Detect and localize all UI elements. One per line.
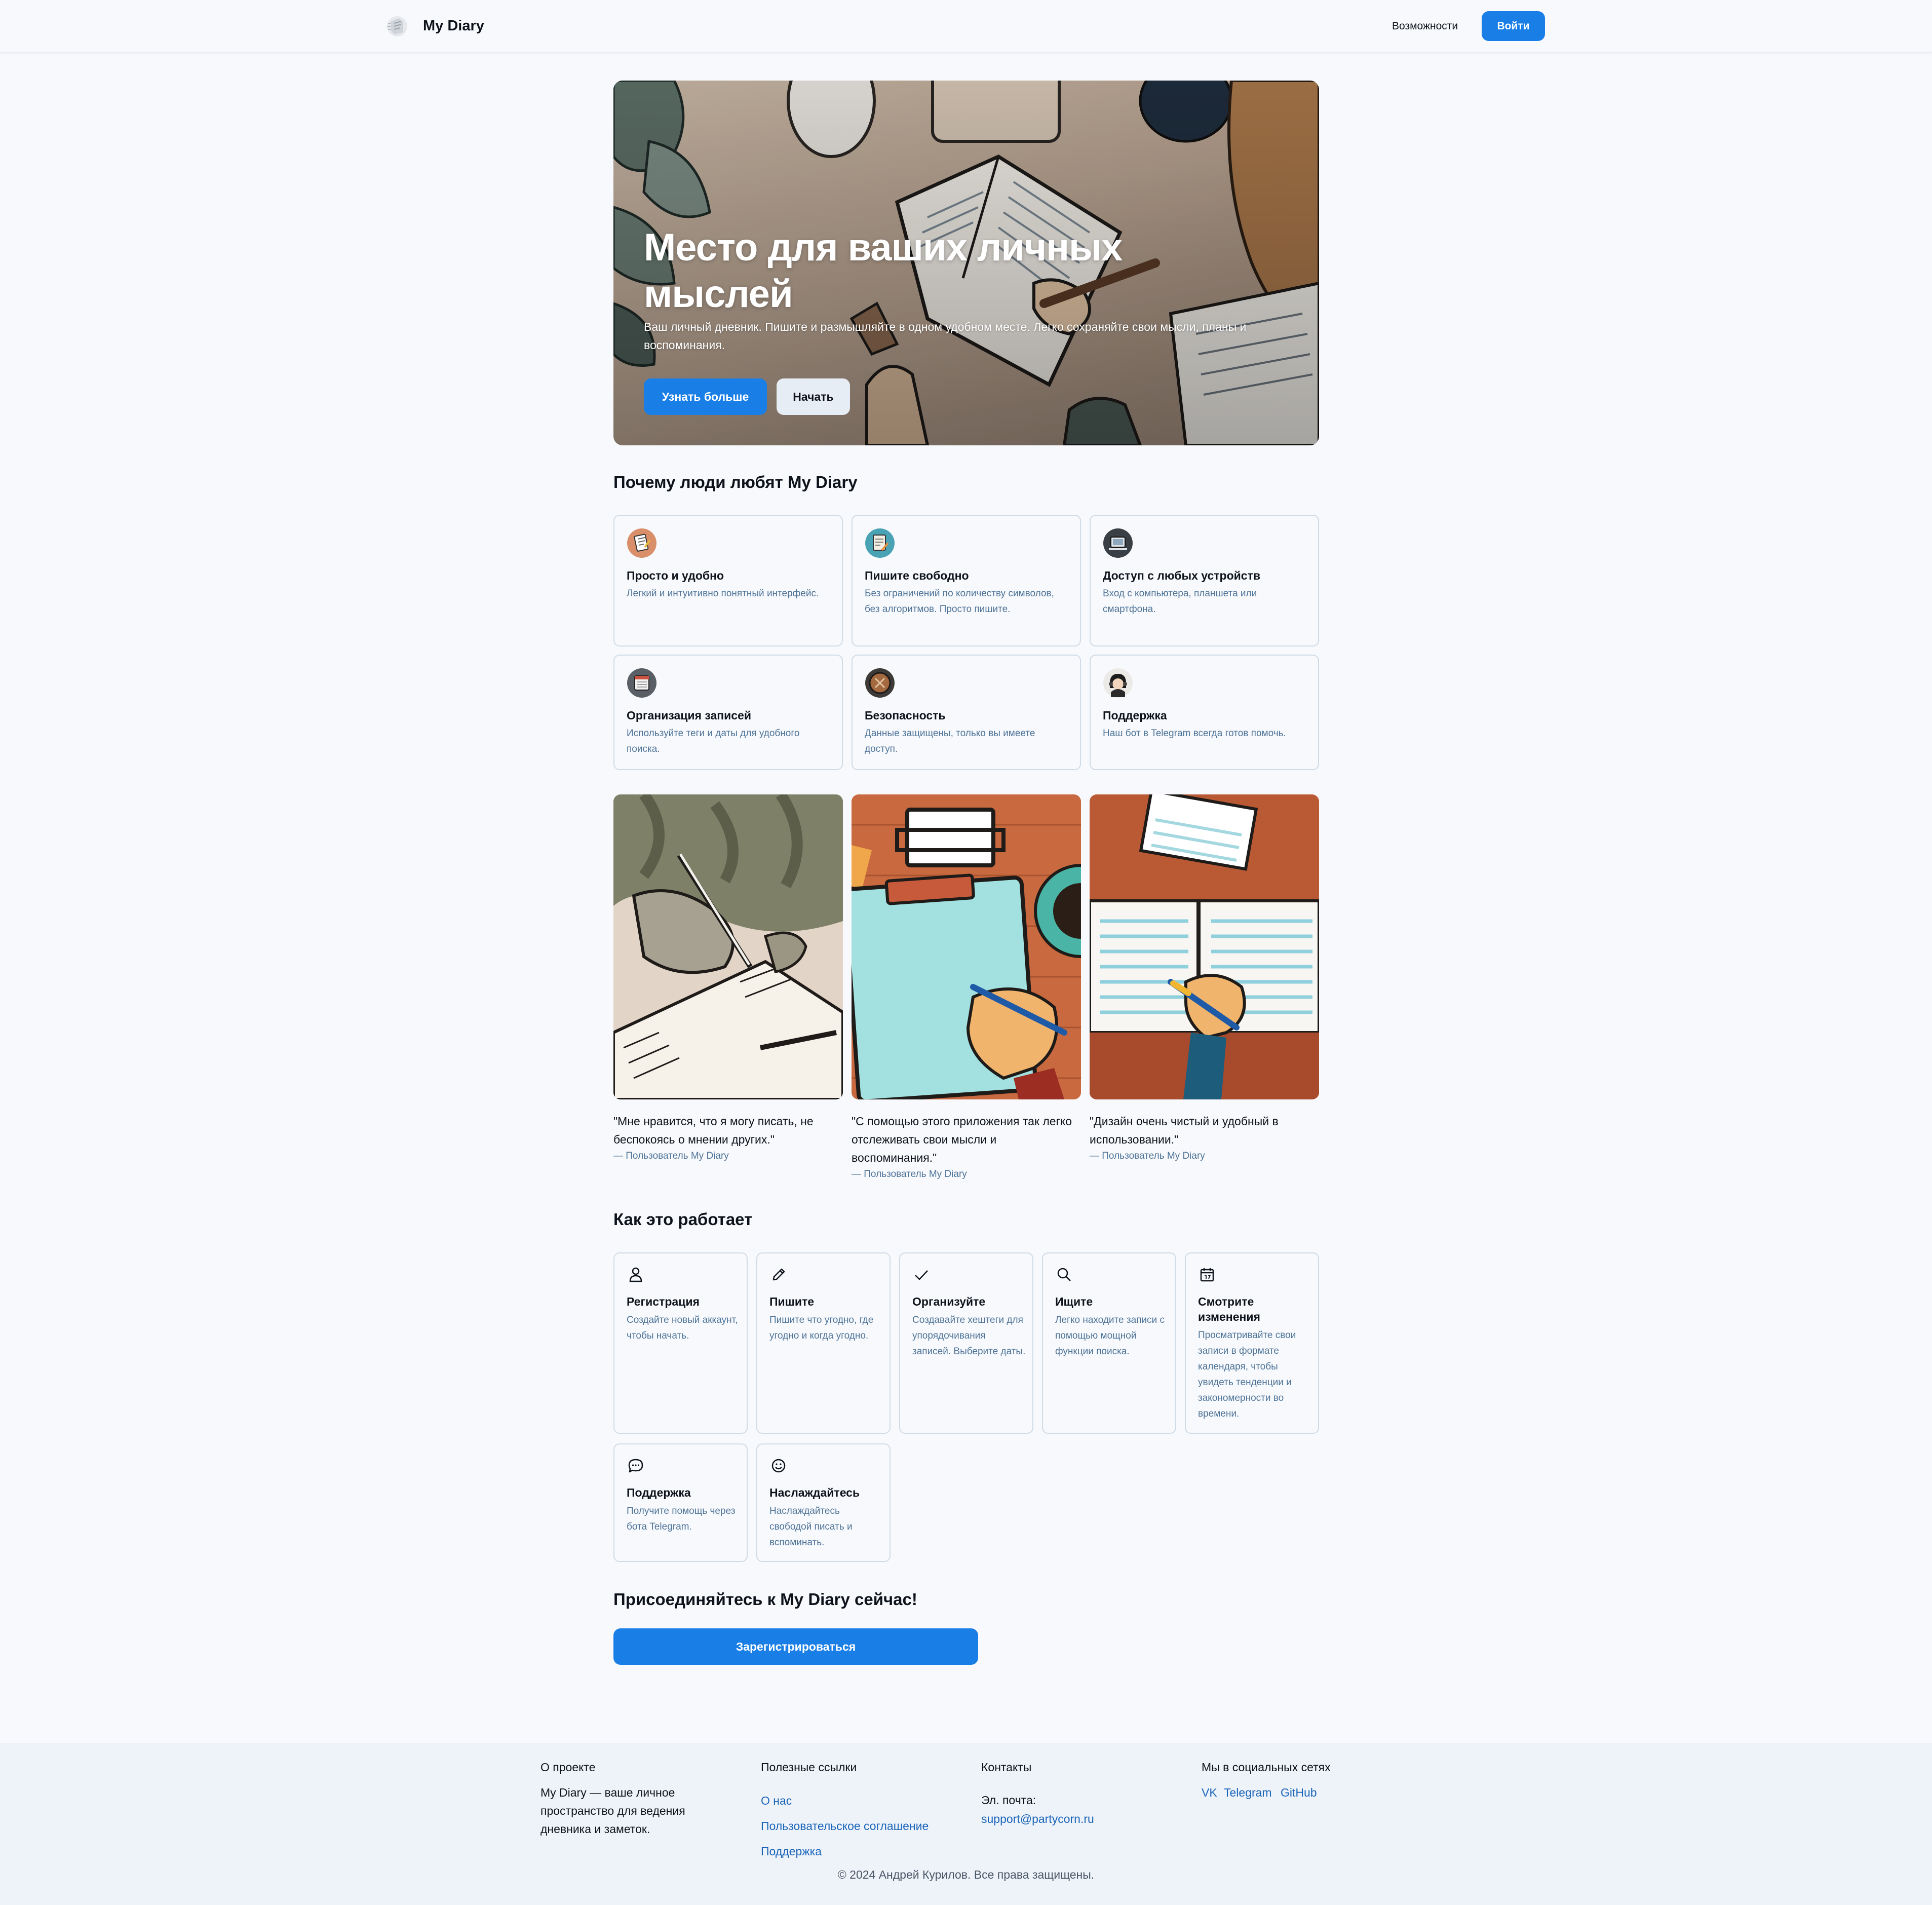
step-title: Пишите: [769, 1295, 815, 1308]
testimonial-quote: "С помощью этого приложения так легко от…: [852, 1115, 1072, 1164]
how-section-title: Как это работает: [613, 1210, 753, 1229]
feature-card: Поддержка Наш бот в Telegram всегда гото…: [1090, 655, 1319, 770]
feature-card: Организация записей Используйте теги и д…: [613, 655, 843, 770]
testimonial-author: — Пользователь My Diary: [613, 1151, 729, 1161]
hero-subtitle: Ваш личный дневник. Пишите и размышляйте…: [644, 320, 1247, 352]
testimonial-image: [613, 794, 843, 1099]
step-card: Смотрите изменения Просматривайте свои з…: [1185, 1252, 1319, 1434]
step-card: Пишите Пишите что угодно, где угодно и к…: [756, 1252, 891, 1434]
step-title: Наслаждайтесь: [769, 1486, 860, 1499]
step-title: Ищите: [1055, 1295, 1093, 1308]
footer-links-title: Полезные ссылки: [761, 1761, 857, 1774]
pencil-icon: [772, 1268, 785, 1281]
step-desc: Создайте новый аккаунт, чтобы начать.: [627, 1315, 738, 1341]
step-card: Регистрация Создайте новый аккаунт, чтоб…: [613, 1252, 748, 1434]
feature-desc: Вход с компьютера, планшета или смартфон…: [1103, 588, 1257, 615]
devices-icon: [1103, 528, 1133, 558]
top-header: My Diary Возможности Войти: [0, 0, 1932, 53]
social-link-github[interactable]: GitHub: [1281, 1784, 1317, 1801]
footer-link-support[interactable]: Поддержка: [761, 1843, 822, 1859]
footer-about-title: О проекте: [540, 1761, 596, 1774]
smile-icon: [771, 1459, 786, 1473]
step-card: Организуйте Создавайте хештеги для упоря…: [899, 1252, 1033, 1434]
feature-title: Организация записей: [627, 709, 752, 722]
testimonial-quote: "Мне нравится, что я могу писать, не бес…: [613, 1115, 814, 1146]
testimonial-quote: "Дизайн очень чистый и удобный в использ…: [1090, 1115, 1279, 1146]
feature-title: Поддержка: [1103, 709, 1167, 722]
search-icon: [1057, 1268, 1071, 1281]
step-desc: Получите помощь через бота Telegram.: [627, 1506, 736, 1532]
testimonial-image: [852, 794, 1081, 1099]
feature-desc: Легкий и интуитивно понятный интерфейс.: [627, 588, 819, 599]
feature-title: Пишите свободно: [865, 569, 969, 582]
step-desc: Легко находите записи с помощью мощной ф…: [1055, 1315, 1165, 1357]
brand-name[interactable]: My Diary: [423, 16, 484, 35]
testimonial-image: [1090, 794, 1319, 1099]
feature-card: Просто и удобно Легкий и интуитивно поня…: [613, 515, 843, 646]
user-icon: [629, 1267, 642, 1282]
learn-more-button[interactable]: Узнать больше: [644, 378, 767, 415]
check-icon: [915, 1270, 928, 1280]
hero-banner: Место для ваших личных мыслей Ваш личный…: [613, 81, 1319, 445]
features-section-title: Почему люди любят My Diary: [613, 473, 858, 491]
notepad-icon: [627, 528, 656, 558]
register-button[interactable]: Зарегистрироваться: [613, 1628, 978, 1665]
footer-email-link[interactable]: support@partycorn.ru: [981, 1811, 1094, 1827]
step-desc: Наслаждайтесь свободой писать и вспомина…: [769, 1506, 853, 1548]
social-link-vk[interactable]: VK: [1202, 1784, 1217, 1801]
copyright: © 2024 Андрей Курилов. Все права защищен…: [837, 1868, 1095, 1881]
step-title: Организуйте: [912, 1295, 986, 1308]
step-desc: Пишите что угодно, где угодно и когда уг…: [769, 1315, 874, 1341]
feature-desc: Используйте теги и даты для удобного пои…: [627, 728, 800, 754]
login-button[interactable]: Войти: [1482, 11, 1545, 41]
footer-link-about[interactable]: О нас: [761, 1793, 792, 1809]
testimonial-author: — Пользователь My Diary: [1090, 1151, 1205, 1161]
writing-icon: [865, 528, 895, 558]
step-card: Ищите Легко находите записи с помощью мо…: [1042, 1252, 1176, 1434]
feature-card: Безопасность Данные защищены, только вы …: [852, 655, 1081, 770]
security-icon: [865, 668, 895, 698]
feature-card: Пишите свободно Без ограничений по колич…: [852, 515, 1081, 646]
diary-logo-icon[interactable]: [384, 12, 410, 39]
chat-icon: [628, 1459, 643, 1473]
feature-title: Безопасность: [865, 709, 946, 722]
social-link-telegram[interactable]: Telegram: [1224, 1784, 1272, 1801]
start-button[interactable]: Начать: [777, 378, 850, 415]
feature-title: Доступ с любых устройств: [1103, 569, 1260, 582]
step-title: Смотрите изменения: [1198, 1295, 1260, 1323]
testimonial-author: — Пользователь My Diary: [852, 1169, 967, 1179]
footer-email-label: Эл. почта:: [981, 1794, 1036, 1807]
feature-desc: Данные защищены, только вы имеете доступ…: [865, 728, 1035, 754]
feature-desc: Наш бот в Telegram всегда готов помочь.: [1103, 728, 1286, 739]
feature-title: Просто и удобно: [627, 569, 724, 582]
cta-title: Присоединяйтесь к My Diary сейчас!: [613, 1590, 917, 1609]
step-desc: Просматривайте свои записи в формате кал…: [1198, 1330, 1296, 1419]
footer-social-title: Мы в социальных сетях: [1202, 1761, 1331, 1774]
feature-desc: Без ограничений по количеству символов, …: [865, 588, 1054, 615]
footer-contacts-title: Контакты: [981, 1761, 1032, 1774]
feature-card: Доступ с любых устройств Вход с компьюте…: [1090, 515, 1319, 646]
step-desc: Создавайте хештеги для упорядочивания за…: [912, 1315, 1026, 1357]
step-card: Поддержка Получите помощь через бота Tel…: [613, 1443, 748, 1562]
step-card: Наслаждайтесь Наслаждайтесь свободой пис…: [756, 1443, 891, 1562]
footer-about-text: My Diary — ваше личное пространство для …: [540, 1786, 685, 1836]
step-title: Поддержка: [627, 1486, 691, 1499]
calendar-icon: [627, 668, 656, 698]
nav-features-link[interactable]: Возможности: [1392, 19, 1458, 33]
calendar-icon: [1200, 1268, 1214, 1282]
step-title: Регистрация: [627, 1295, 700, 1308]
footer-link-terms[interactable]: Пользовательское соглашение: [761, 1818, 929, 1834]
support-agent-icon: [1103, 668, 1133, 698]
hero-title: Место для ваших личных мыслей: [644, 226, 1123, 316]
